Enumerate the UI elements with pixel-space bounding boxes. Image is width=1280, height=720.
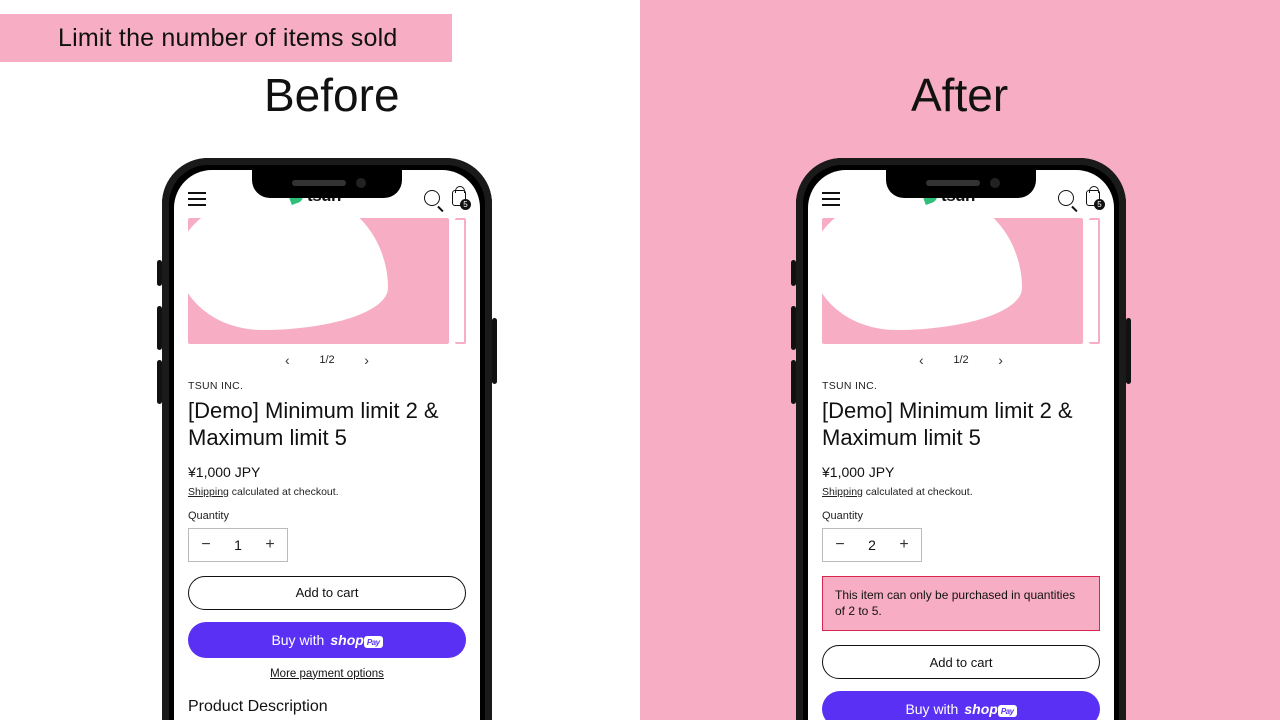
title-bar: Limit the number of items sold [0, 14, 452, 62]
shoppay-logo: shopPay [964, 701, 1016, 717]
buy-with-text: Buy with [905, 701, 958, 717]
add-to-cart-button[interactable]: Add to cart [822, 645, 1100, 679]
after-heading: After [911, 68, 1008, 122]
volume-up-button [791, 306, 796, 350]
qty-plus-button[interactable]: + [263, 537, 277, 553]
buy-now-button[interactable]: Buy with shopPay [822, 691, 1100, 720]
product-title: [Demo] Minimum limit 2 & Maximum limit 5 [188, 398, 466, 452]
buy-with-text: Buy with [271, 632, 324, 648]
product-image-carousel[interactable] [188, 218, 466, 344]
shipping-link[interactable]: Shipping [188, 486, 229, 498]
mute-switch [791, 260, 796, 286]
qty-minus-button[interactable]: − [833, 537, 847, 553]
carousel-counter: 1/2 [953, 354, 968, 366]
qty-minus-button[interactable]: − [199, 537, 213, 553]
notch [886, 170, 1036, 198]
menu-icon[interactable] [822, 192, 840, 206]
qty-value: 1 [234, 537, 242, 553]
quantity-stepper[interactable]: − 2 + [822, 528, 922, 562]
carousel-next-icon[interactable]: › [359, 353, 375, 367]
title-bar-text: Limit the number of items sold [58, 24, 397, 53]
product-title: [Demo] Minimum limit 2 & Maximum limit 5 [822, 398, 1100, 452]
volume-up-button [157, 306, 162, 350]
shipping-tail: calculated at checkout. [229, 486, 339, 498]
carousel-next-icon[interactable]: › [993, 353, 1009, 367]
phone-after: tsun 5 ‹ 1/2 › TSUN INC. [Demo] Minimum [796, 158, 1126, 720]
quantity-limit-warning: This item can only be purchased in quant… [822, 576, 1100, 632]
search-icon[interactable] [424, 190, 440, 206]
quantity-label: Quantity [188, 510, 466, 522]
before-heading: Before [264, 68, 400, 122]
cart-icon[interactable]: 5 [1086, 190, 1100, 206]
carousel-prev-icon[interactable]: ‹ [279, 353, 295, 367]
vendor-name: TSUN INC. [188, 380, 466, 392]
shipping-line: Shipping calculated at checkout. [822, 486, 1100, 498]
quantity-label: Quantity [822, 510, 1100, 522]
buy-now-button[interactable]: Buy with shopPay [188, 622, 466, 658]
product-price: ¥1,000 JPY [822, 464, 1100, 480]
shipping-line: Shipping calculated at checkout. [188, 486, 466, 498]
shoppay-logo: shopPay [330, 632, 382, 648]
carousel-prev-icon[interactable]: ‹ [913, 353, 929, 367]
qty-value: 2 [868, 537, 876, 553]
volume-down-button [791, 360, 796, 404]
cart-icon[interactable]: 5 [452, 190, 466, 206]
phone-before: tsun 5 ‹ 1/2 › TSUN INC. [Demo] Minimum [162, 158, 492, 720]
volume-down-button [157, 360, 162, 404]
notch [252, 170, 402, 198]
product-price: ¥1,000 JPY [188, 464, 466, 480]
vendor-name: TSUN INC. [822, 380, 1100, 392]
cart-badge: 5 [460, 199, 471, 210]
search-icon[interactable] [1058, 190, 1074, 206]
menu-icon[interactable] [188, 192, 206, 206]
power-button [1126, 318, 1131, 384]
mute-switch [157, 260, 162, 286]
product-image-carousel[interactable] [822, 218, 1100, 344]
shipping-link[interactable]: Shipping [822, 486, 863, 498]
cart-badge: 5 [1094, 199, 1105, 210]
carousel-counter: 1/2 [319, 354, 334, 366]
power-button [492, 318, 497, 384]
product-description-heading: Product Description [188, 698, 466, 716]
quantity-stepper[interactable]: − 1 + [188, 528, 288, 562]
add-to-cart-button[interactable]: Add to cart [188, 576, 466, 610]
qty-plus-button[interactable]: + [897, 537, 911, 553]
shipping-tail: calculated at checkout. [863, 486, 973, 498]
more-payment-options-link[interactable]: More payment options [188, 668, 466, 680]
